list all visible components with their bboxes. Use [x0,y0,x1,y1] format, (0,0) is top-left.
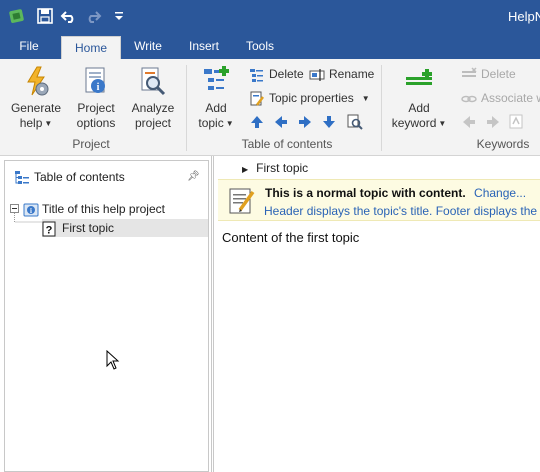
collapse-icon[interactable] [10,204,19,213]
toc-pane: Table of contents 📌︎ i Title of this hel… [0,156,212,472]
topic-body-text[interactable]: Content of the first topic [222,230,359,245]
keyword-sort-icon[interactable] [509,114,525,130]
delete-keyword-icon [462,67,477,77]
delete-topic-label: Delete [269,67,304,81]
delete-keyword-button[interactable]: Delete [461,63,516,85]
rename-topic-label: Rename [329,67,375,81]
delete-topic-button[interactable]: Delete [249,63,304,85]
arrow-down-icon[interactable] [321,114,337,130]
associate-keyword-label: Associate w [481,91,540,105]
tree-item-label: First topic [62,221,115,235]
keyword-right-icon[interactable] [485,114,501,130]
group-separator [186,65,187,151]
tab-insert[interactable]: Insert [180,33,228,59]
add-keyword-button[interactable]: Add keyword ▼ [389,65,449,131]
header-footer-link[interactable]: Header displays the topic's title. Foote… [264,204,540,218]
project-group-label: Project [72,137,110,151]
add-topic-label: Add topic [198,101,227,130]
toc-pane-title: Table of contents [34,170,125,184]
mouse-cursor-icon [106,350,120,370]
link-icon [461,95,477,103]
topic-properties-icon [250,91,264,106]
tree-connector [14,213,42,223]
toc-pane-frame: Table of contents 📌︎ i Title of this hel… [4,160,209,472]
svg-text:?: ? [46,224,53,236]
add-keyword-label: Add keyword [391,101,437,130]
topic-properties-button[interactable]: Topic properties ▼ [249,87,370,109]
toc-icon [15,171,29,184]
save-icon[interactable] [36,7,54,25]
toc-pane-header: Table of contents 📌︎ [5,161,208,193]
project-options-button[interactable]: i Project options [70,65,122,131]
title-bar: HelpN [0,0,540,33]
generate-help-label: Generate help [10,101,62,130]
rename-topic-button[interactable]: Rename [309,63,374,85]
project-options-label: Project options [76,101,116,130]
tree-item-label: Title of this help project [42,202,165,216]
app-title: HelpN [508,9,540,24]
generate-help-button[interactable]: Generate help ▼ [8,65,64,131]
ribbon: Generate help ▼ i Project options Analyze… [0,59,540,156]
topic-kind-line: This is a normal topic with content. Cha… [265,186,526,200]
analyze-project-label: Analyze project [131,101,175,130]
tree-item-first-topic[interactable]: ? First topic [42,219,208,237]
topic-properties-label: Topic properties [269,91,354,105]
tab-write[interactable]: Write [126,33,170,59]
arrow-right-icon[interactable] [297,114,313,130]
generate-help-icon [27,66,49,96]
keyword-left-icon[interactable] [461,114,477,130]
pin-icon[interactable]: 📌︎ [187,171,200,182]
group-separator [381,65,382,151]
delete-keyword-label: Delete [481,67,516,81]
question-page-icon: ? [42,221,56,237]
svg-text:i: i [97,82,100,93]
expand-triangle-icon[interactable]: ▶ [242,165,248,174]
add-topic-icon [204,66,229,90]
add-topic-button[interactable]: Add topic ▼ [193,65,239,131]
tree-item-project-title[interactable]: i Title of this help project [23,200,203,218]
keywords-group-label: Keywords [476,137,530,151]
add-keyword-icon [406,69,432,85]
topic-kind-text: This is a normal topic with content. [265,186,466,200]
app-icon[interactable] [9,8,25,24]
analyze-project-button[interactable]: Analyze project [128,65,178,131]
redo-icon[interactable] [84,7,102,25]
rename-icon [309,68,325,81]
arrow-up-icon[interactable] [249,114,265,130]
associate-keyword-button[interactable]: Associate w [461,87,540,109]
topic-breadcrumb[interactable]: ▶ First topic [242,161,308,175]
ribbon-tabs: File Home Write Insert Tools [0,33,540,59]
arrow-left-icon[interactable] [273,114,289,130]
find-icon[interactable] [347,114,363,130]
breadcrumb-label: First topic [256,161,309,175]
tab-home[interactable]: Home [61,36,121,59]
toc-group-label: Table of contents [241,137,333,151]
topic-info-bar: This is a normal topic with content. Cha… [218,179,540,221]
delete-icon [250,68,263,82]
project-options-icon: i [85,67,105,93]
tab-file[interactable]: File [8,33,50,59]
note-icon [229,188,255,214]
tab-tools[interactable]: Tools [238,33,282,59]
change-topic-kind-link[interactable]: Change... [474,186,526,200]
customize-icon[interactable] [110,7,128,25]
undo-icon[interactable] [60,7,78,25]
topic-editor[interactable]: ▶ First topic This is a normal topic with… [213,156,540,472]
analyze-project-icon [141,67,166,96]
